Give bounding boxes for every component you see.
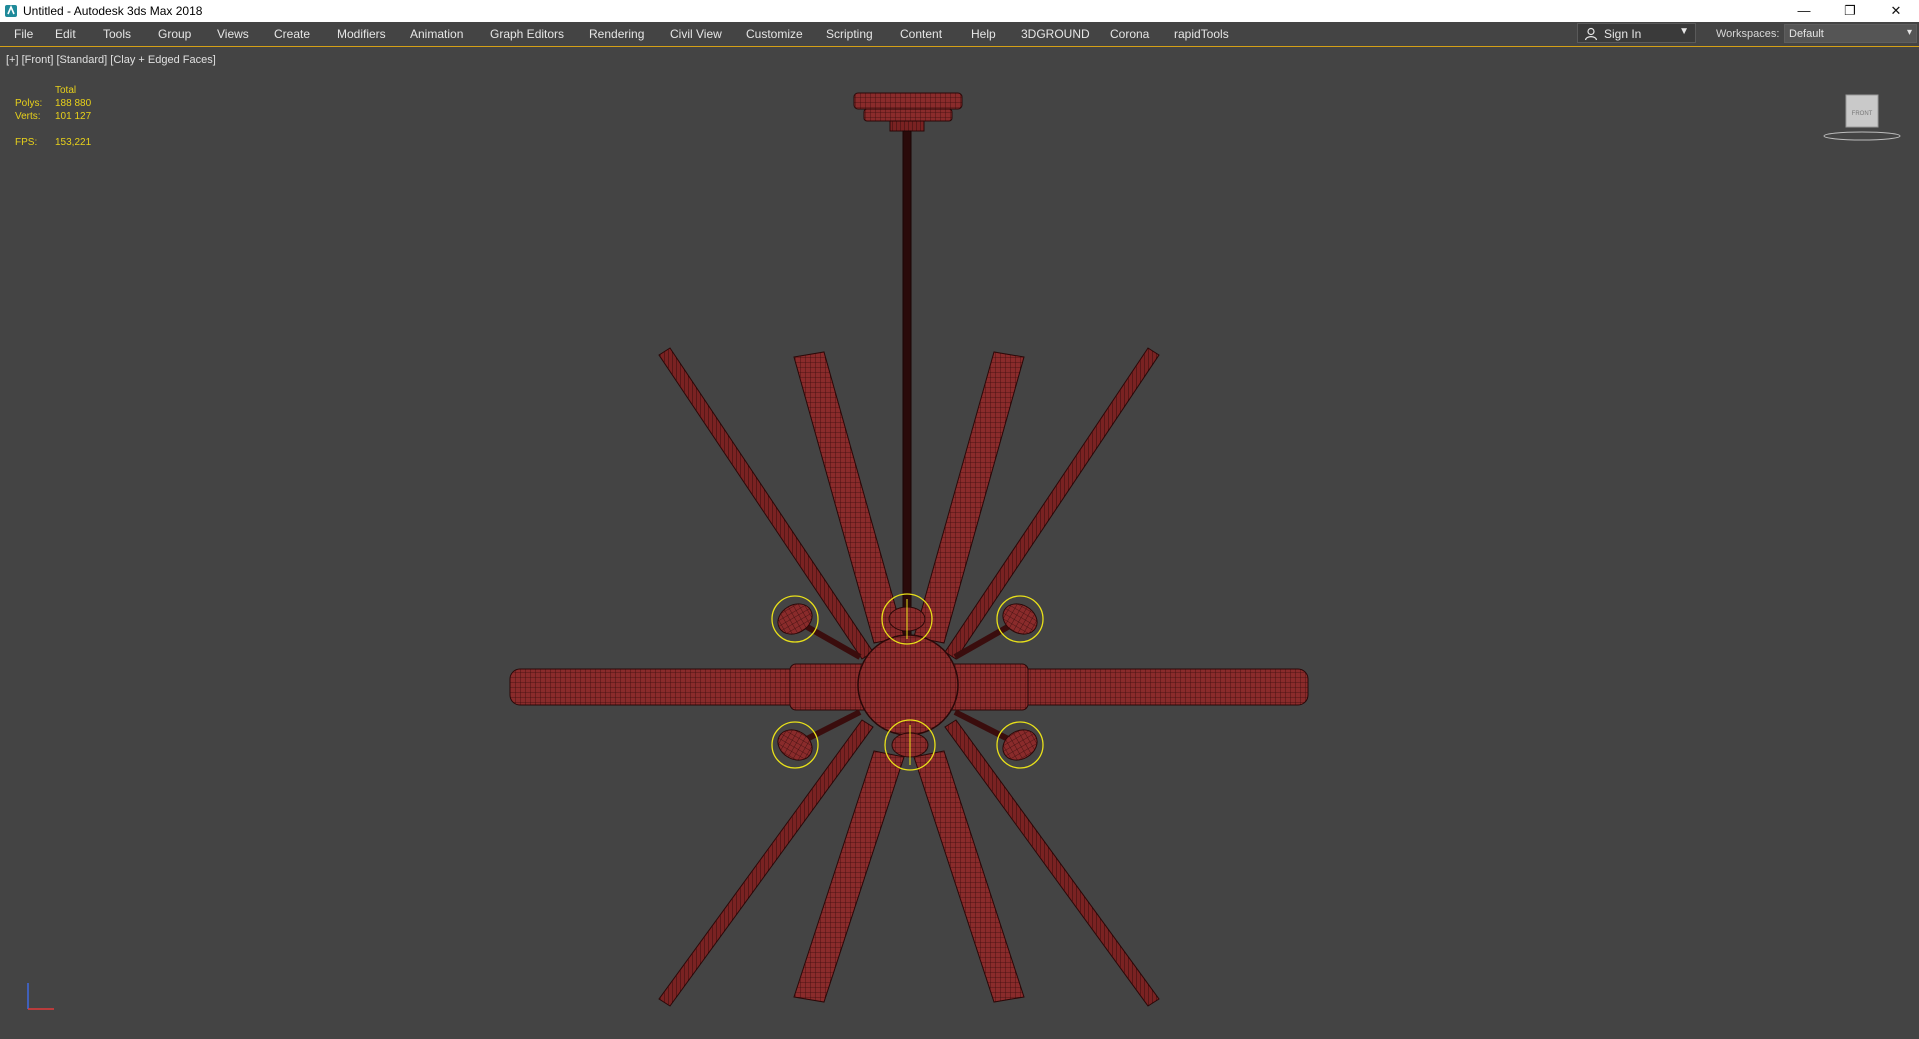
bulb-lower-center[interactable] xyxy=(884,719,936,771)
menu-edit[interactable]: Edit xyxy=(55,27,76,41)
menu-help[interactable]: Help xyxy=(971,27,996,41)
menu-views[interactable]: Views xyxy=(217,27,249,41)
menu-rapidtools[interactable]: rapidTools xyxy=(1174,27,1229,41)
menu-customize[interactable]: Customize xyxy=(746,27,803,41)
blade-horizontal-right[interactable] xyxy=(927,663,1309,711)
workspaces-dropdown[interactable]: Default ▾ xyxy=(1784,24,1917,43)
menu-group[interactable]: Group xyxy=(158,27,191,41)
chevron-down-icon: ▾ xyxy=(1906,27,1912,38)
blade-lower-right[interactable] xyxy=(913,750,1025,1003)
blade-upper-left[interactable] xyxy=(793,351,905,644)
scene-canvas[interactable] xyxy=(0,47,1919,1039)
blade-lower-left[interactable] xyxy=(793,750,905,1003)
bulb-upper-center[interactable] xyxy=(881,593,933,645)
title-bar: Untitled - Autodesk 3ds Max 2018 — ❐ ✕ xyxy=(0,0,1919,22)
menu-content[interactable]: Content xyxy=(900,27,942,41)
user-icon xyxy=(1584,27,1598,41)
workspaces-value: Default xyxy=(1789,28,1824,40)
menu-civil-view[interactable]: Civil View xyxy=(670,27,722,41)
restore-button[interactable]: ❐ xyxy=(1827,0,1873,22)
canopy[interactable] xyxy=(853,92,963,132)
downrod[interactable] xyxy=(902,130,912,652)
menu-corona[interactable]: Corona xyxy=(1110,27,1149,41)
menu-rendering[interactable]: Rendering xyxy=(589,27,644,41)
menu-scripting[interactable]: Scripting xyxy=(826,27,873,41)
menu-tools[interactable]: Tools xyxy=(103,27,131,41)
menu-graph-editors[interactable]: Graph Editors xyxy=(490,27,564,41)
menu-animation[interactable]: Animation xyxy=(410,27,463,41)
app-icon xyxy=(5,4,17,17)
menu-create[interactable]: Create xyxy=(274,27,310,41)
sign-in-button[interactable]: Sign In ▼ xyxy=(1577,23,1696,43)
chevron-down-icon: ▼ xyxy=(1679,26,1689,37)
viewport-front[interactable]: [+] [Front] [Standard] [Clay + Edged Fac… xyxy=(0,47,1919,1039)
sign-in-label: Sign In xyxy=(1604,27,1642,41)
menu-file[interactable]: File xyxy=(14,27,33,41)
workspaces-label: Workspaces: xyxy=(1716,28,1780,40)
menu-3dground[interactable]: 3DGROUND xyxy=(1021,27,1090,41)
minimize-button[interactable]: — xyxy=(1781,0,1827,22)
menu-modifiers[interactable]: Modifiers xyxy=(337,27,386,41)
window-title: Untitled - Autodesk 3ds Max 2018 xyxy=(23,4,203,18)
blade-horizontal-left[interactable] xyxy=(509,663,891,711)
close-button[interactable]: ✕ xyxy=(1873,0,1919,22)
